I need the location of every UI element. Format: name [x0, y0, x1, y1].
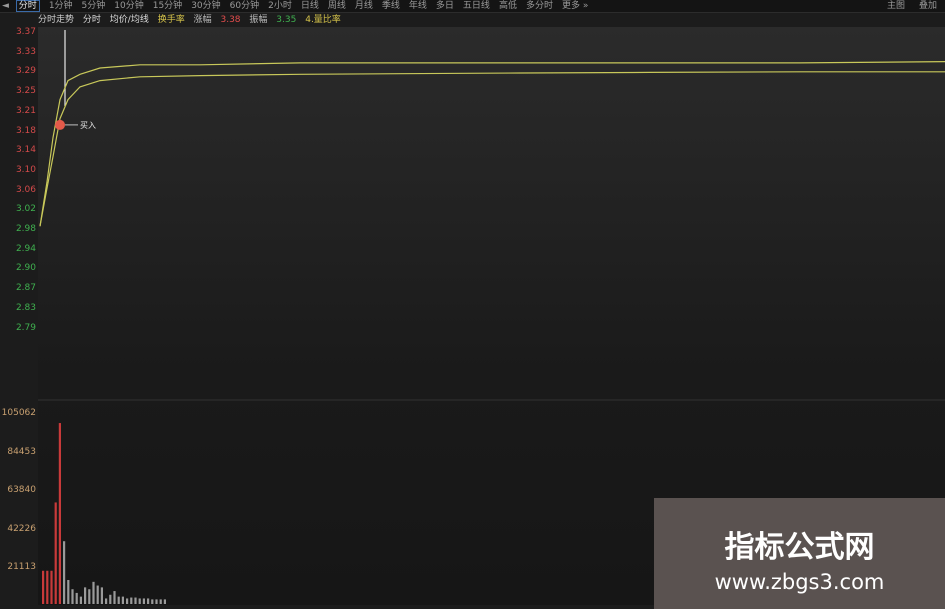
volume-bar: [134, 597, 137, 604]
volume-bar: [84, 587, 87, 604]
volume-bar: [58, 423, 61, 604]
volume-bar: [159, 599, 162, 604]
volume-bar: [63, 541, 66, 604]
watermark-title: 指标公式网: [724, 530, 875, 565]
volume-bar: [109, 594, 112, 604]
volume-bar: [67, 579, 70, 604]
volume-bar: [42, 570, 45, 604]
volume-bar: [50, 570, 53, 604]
price-series-line-0: [39, 61, 945, 227]
watermark-url: www.zbgs3.com: [714, 570, 885, 594]
volume-bar: [138, 598, 141, 604]
volume-bar: [155, 599, 158, 604]
volume-bar: [54, 502, 57, 604]
volume-bar: [105, 598, 108, 604]
marker-label: 买入: [80, 121, 96, 130]
buy-marker: [55, 119, 65, 130]
volume-bar: [117, 596, 120, 604]
volume-bar: [113, 591, 116, 604]
volume-bar: [121, 596, 124, 604]
volume-bar: [75, 592, 78, 604]
volume-bar: [96, 585, 99, 604]
volume-bar: [130, 597, 133, 604]
volume-bar: [71, 589, 74, 604]
volume-bar: [126, 598, 129, 604]
volume-bar: [163, 599, 166, 604]
watermark: 指标公式网 www.zbgs3.com: [654, 498, 945, 609]
volume-bar: [100, 587, 103, 604]
volume-bar: [79, 596, 82, 604]
volume-bar: [92, 581, 95, 604]
price-series-line-1: [39, 71, 945, 227]
volume-bar: [151, 599, 154, 604]
volume-bar: [46, 570, 49, 604]
volume-bar: [142, 598, 145, 604]
volume-bar: [147, 598, 150, 604]
volume-bar: [88, 589, 91, 604]
